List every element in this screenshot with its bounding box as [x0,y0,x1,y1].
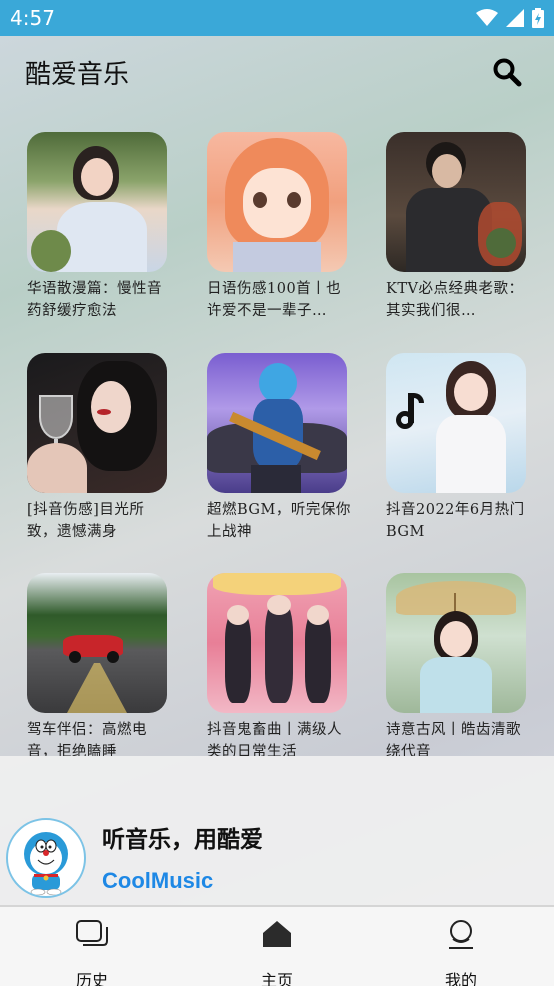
nav-home[interactable]: 主页 [232,917,322,986]
nav-history-label: 历史 [75,971,108,986]
playlist-cover [27,132,167,272]
playlist-grid: 华语散漫篇：慢性音药舒缓疗愈法 日语伤感100首丨也许爱不是一辈子… KTV必点… [0,108,554,756]
playlist-card[interactable]: 华语散漫篇：慢性音药舒缓疗愈法 [27,132,167,322]
promo-brand: CoolMusic [102,868,214,893]
doraemon-avatar [6,818,86,898]
playlist-title: 日语伤感100首丨也许爱不是一辈子… [207,281,342,319]
playlist-cover [386,353,526,493]
playlist-title: 华语散漫篇：慢性音药舒缓疗愈法 [27,281,162,319]
playlist-cover [207,573,347,713]
promo-panel: 听音乐，用酷爱 CoolMusic [0,756,554,906]
battery-icon [532,8,544,28]
playlist-title: KTV必点经典老歌：其实我们很… [386,281,524,319]
wifi-icon [476,9,498,26]
status-icons [476,8,544,28]
status-time: 4:57 [10,6,55,30]
playlist-title: 抖音2022年6月热门BGM [386,502,525,540]
playlist-card[interactable]: 诗意古风丨皓齿清歌绕代音 [386,573,526,756]
home-icon [232,917,322,951]
playlist-card[interactable]: 抖音2022年6月热门BGM [386,353,526,543]
playlist-cover [27,353,167,493]
playlist-cover [207,132,347,272]
playlist-card[interactable]: 驾车伴侣：高燃电音，拒绝瞌睡 [27,573,167,756]
playlist-title: 抖音鬼畜曲丨满级人类的日常生活 [207,722,342,756]
promo-slogan: 听音乐，用酷爱 [102,827,263,853]
playlist-title: [抖音伤感]目光所致，遗憾满身 [27,502,145,540]
playlist-cover [207,353,347,493]
bottom-nav: 历史 主页 我的 [0,907,554,986]
nav-mine[interactable]: 我的 [416,917,506,986]
playlist-card[interactable]: 抖音鬼畜曲丨满级人类的日常生活 [207,573,347,756]
search-button[interactable] [490,55,524,89]
playlist-card[interactable]: 日语伤感100首丨也许爱不是一辈子… [207,132,347,322]
playlist-cover [386,132,526,272]
search-icon [493,58,522,87]
nav-home-label: 主页 [260,971,293,986]
status-bar: 4:57 [0,0,554,36]
tiktok-logo-icon [396,393,424,433]
playlist-card[interactable]: 超燃BGM，听完保你上战神 [207,353,350,543]
app-header: 酷爱音乐 [0,36,554,108]
cell-signal-icon [506,9,524,27]
playlist-cover [27,573,167,713]
playlist-card[interactable]: [抖音伤感]目光所致，遗憾满身 [27,353,167,543]
playlist-cover [386,573,526,713]
history-icon [47,917,137,951]
playlist-card[interactable]: KTV必点经典老歌：其实我们很… [386,132,526,322]
user-icon [416,917,506,951]
playlist-title: 超燃BGM，听完保你上战神 [207,502,351,540]
page-title: 酷爱音乐 [25,59,130,90]
playlist-title: 驾车伴侣：高燃电音，拒绝瞌睡 [27,722,147,756]
playlist-title: 诗意古风丨皓齿清歌绕代音 [386,722,521,756]
nav-history[interactable]: 历史 [47,917,137,986]
nav-mine-label: 我的 [444,971,477,986]
